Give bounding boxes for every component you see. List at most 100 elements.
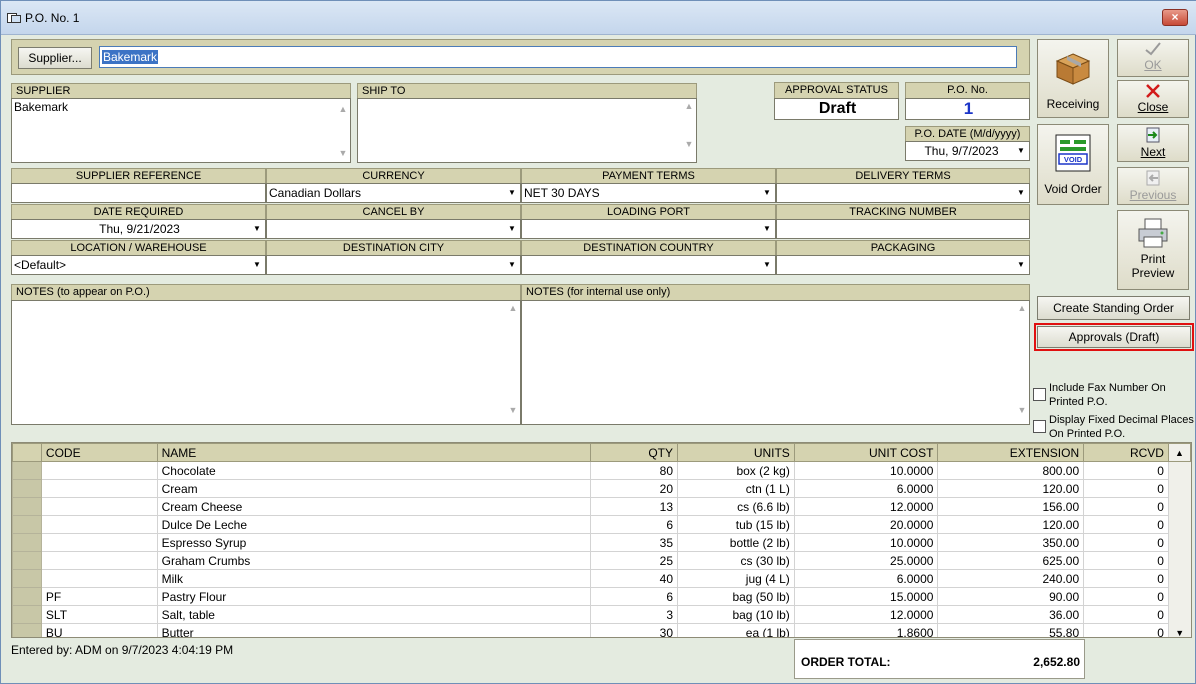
- cell-rcvd[interactable]: 0: [1083, 569, 1169, 588]
- supplier-address-box[interactable]: Bakemark ▲ ▼: [11, 98, 351, 163]
- cell-extension[interactable]: 120.00: [937, 479, 1085, 498]
- cell-extension[interactable]: 90.00: [937, 587, 1085, 606]
- cell-units[interactable]: ea (1 lb): [677, 623, 795, 637]
- create-standing-order-button[interactable]: Create Standing Order: [1037, 296, 1190, 320]
- row-selector[interactable]: [12, 623, 42, 637]
- row-selector[interactable]: [12, 479, 42, 498]
- cell-qty[interactable]: 6: [590, 515, 679, 534]
- cell-unit-cost[interactable]: 1.8600: [793, 623, 939, 637]
- chevron-down-icon[interactable]: ▼: [505, 257, 519, 273]
- column-header-code[interactable]: CODE: [40, 443, 158, 462]
- cell-rcvd[interactable]: 0: [1083, 587, 1169, 606]
- table-row[interactable]: Dulce De Leche 6 tub (15 lb) 20.0000 120.00 0: [12, 515, 1191, 534]
- cell-name[interactable]: Cream Cheese: [156, 497, 592, 516]
- cell-name[interactable]: Butter: [156, 623, 592, 637]
- notes-internal-textarea[interactable]: ▲ ▼: [521, 300, 1030, 425]
- chevron-down-icon[interactable]: ▼: [1014, 257, 1028, 273]
- scrollbar-track[interactable]: [1168, 551, 1191, 570]
- cell-name[interactable]: Espresso Syrup: [156, 533, 592, 552]
- packaging-select[interactable]: ▼: [776, 255, 1030, 275]
- cell-qty[interactable]: 6: [590, 587, 679, 606]
- loading-port-select[interactable]: ▼: [521, 219, 776, 239]
- cell-extension[interactable]: 156.00: [937, 497, 1085, 516]
- cell-name[interactable]: Cream: [156, 479, 592, 498]
- cell-name[interactable]: Pastry Flour: [156, 587, 592, 606]
- row-selector[interactable]: [12, 587, 42, 606]
- row-selector[interactable]: [12, 533, 42, 552]
- cell-code[interactable]: [40, 497, 158, 516]
- cell-units[interactable]: cs (30 lb): [677, 551, 795, 570]
- include-fax-checkbox[interactable]: [1033, 388, 1046, 401]
- cell-name[interactable]: Salt, table: [156, 605, 592, 624]
- cell-extension[interactable]: 800.00: [937, 461, 1085, 480]
- cell-code[interactable]: [40, 551, 158, 570]
- cell-code[interactable]: [40, 461, 158, 480]
- cell-rcvd[interactable]: 0: [1083, 515, 1169, 534]
- chevron-down-icon[interactable]: ▼: [250, 257, 264, 273]
- fixed-decimal-checkbox[interactable]: [1033, 420, 1046, 433]
- cell-name[interactable]: Chocolate: [156, 461, 592, 480]
- supplier-search-input[interactable]: Bakemark: [99, 46, 1017, 68]
- close-button[interactable]: Close: [1117, 80, 1189, 118]
- notes-po-textarea[interactable]: ▲ ▼: [11, 300, 521, 425]
- next-button[interactable]: Next: [1117, 124, 1189, 162]
- cell-unit-cost[interactable]: 6.0000: [793, 569, 939, 588]
- table-row[interactable]: Cream 20 ctn (1 L) 6.0000 120.00 0: [12, 479, 1191, 498]
- chevron-down-icon[interactable]: ▼: [505, 185, 519, 201]
- scrollbar-track[interactable]: [1168, 515, 1191, 534]
- scroll-up-icon[interactable]: ▲: [1167, 443, 1191, 462]
- row-selector[interactable]: [12, 569, 42, 588]
- cell-unit-cost[interactable]: 15.0000: [793, 587, 939, 606]
- cell-unit-cost[interactable]: 25.0000: [793, 551, 939, 570]
- cell-qty[interactable]: 3: [590, 605, 679, 624]
- cell-rcvd[interactable]: 0: [1083, 623, 1169, 637]
- row-selector[interactable]: [12, 605, 42, 624]
- scrollbar-track[interactable]: [1168, 479, 1191, 498]
- row-selector[interactable]: [12, 551, 42, 570]
- table-row[interactable]: BU Butter 30 ea (1 lb) 1.8600 55.80 0 ▼: [12, 623, 1191, 637]
- cell-qty[interactable]: 20: [590, 479, 679, 498]
- scrollbar-track[interactable]: [1168, 587, 1191, 606]
- cancel-by-picker[interactable]: ▼: [266, 219, 521, 239]
- table-row[interactable]: Espresso Syrup 35 bottle (2 lb) 10.0000 350.…: [12, 533, 1191, 552]
- cell-code[interactable]: SLT: [40, 605, 158, 624]
- cell-rcvd[interactable]: 0: [1083, 533, 1169, 552]
- cell-unit-cost[interactable]: 10.0000: [793, 533, 939, 552]
- cell-code[interactable]: PF: [40, 587, 158, 606]
- notes-po-scrollbar[interactable]: ▲ ▼: [506, 301, 520, 424]
- previous-button[interactable]: Previous: [1117, 167, 1189, 205]
- cell-rcvd[interactable]: 0: [1083, 479, 1169, 498]
- currency-select[interactable]: Canadian Dollars ▼: [266, 183, 521, 203]
- cell-extension[interactable]: 55.80: [937, 623, 1085, 637]
- cell-extension[interactable]: 625.00: [937, 551, 1085, 570]
- cell-qty[interactable]: 40: [590, 569, 679, 588]
- cell-qty[interactable]: 25: [590, 551, 679, 570]
- scrollbar-track[interactable]: [1168, 497, 1191, 516]
- cell-unit-cost[interactable]: 6.0000: [793, 479, 939, 498]
- column-header-qty[interactable]: QTY: [590, 443, 679, 462]
- column-header-name[interactable]: NAME: [156, 443, 592, 462]
- cell-unit-cost[interactable]: 12.0000: [793, 605, 939, 624]
- cell-code[interactable]: [40, 569, 158, 588]
- chevron-down-icon[interactable]: ▼: [505, 221, 519, 237]
- cell-name[interactable]: Graham Crumbs: [156, 551, 592, 570]
- chevron-down-icon[interactable]: ▼: [250, 221, 264, 237]
- column-header-unit-cost[interactable]: UNIT COST: [793, 443, 939, 462]
- table-row[interactable]: PF Pastry Flour 6 bag (50 lb) 15.0000 90.00 0: [12, 587, 1191, 606]
- date-required-picker[interactable]: Thu, 9/21/2023 ▼: [11, 219, 266, 239]
- tracking-number-input[interactable]: [776, 219, 1030, 239]
- cell-rcvd[interactable]: 0: [1083, 551, 1169, 570]
- table-row[interactable]: SLT Salt, table 3 bag (10 lb) 12.0000 36.00 0: [12, 605, 1191, 624]
- cell-units[interactable]: cs (6.6 lb): [677, 497, 795, 516]
- cell-code[interactable]: [40, 533, 158, 552]
- scrollbar-track[interactable]: ▼: [1168, 623, 1191, 637]
- window-close-button[interactable]: ×: [1162, 9, 1188, 26]
- column-header-units[interactable]: UNITS: [677, 443, 795, 462]
- row-selector[interactable]: [12, 497, 42, 516]
- line-items-grid[interactable]: CODE NAME QTY UNITS UNIT COST EXTENSION …: [11, 442, 1192, 638]
- delivery-terms-select[interactable]: ▼: [776, 183, 1030, 203]
- ship-to-scrollbar[interactable]: ▲ ▼: [682, 99, 696, 162]
- table-row[interactable]: Chocolate 80 box (2 kg) 10.0000 800.00 0: [12, 461, 1191, 480]
- location-select[interactable]: <Default> ▼: [11, 255, 266, 275]
- cell-units[interactable]: box (2 kg): [677, 461, 795, 480]
